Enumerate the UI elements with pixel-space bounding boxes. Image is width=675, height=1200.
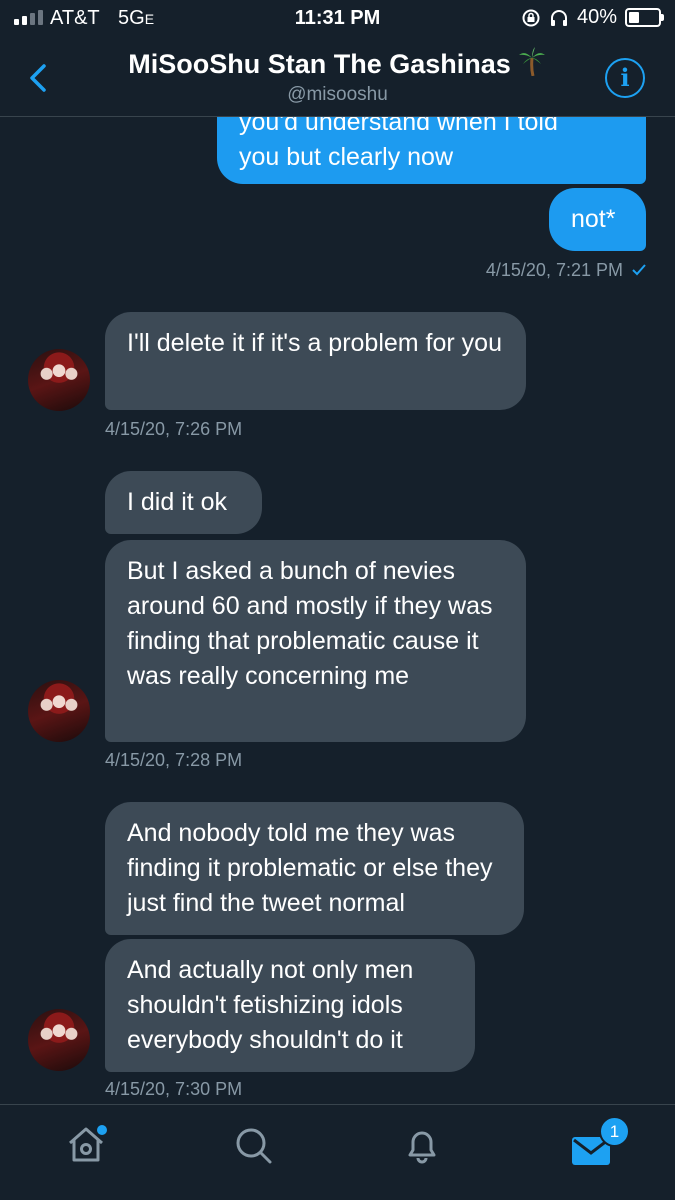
battery-percent: 40%: [576, 6, 617, 28]
battery-icon: [625, 8, 664, 27]
message-text: But I asked a bunch of nevies around 60 …: [127, 557, 493, 690]
messages-tab[interactable]: 1: [570, 1116, 630, 1173]
avatar[interactable]: [28, 349, 90, 411]
conversation-title[interactable]: MiSooShu Stan The Gashinas @misooshu: [0, 46, 675, 106]
display-name: MiSooShu Stan The Gashinas: [128, 49, 511, 79]
user-handle: @misooshu: [287, 84, 388, 105]
rotation-lock-icon: [522, 9, 540, 26]
message-text: And nobody told me they was finding it p…: [127, 819, 493, 917]
message-text-partial: you'd understand when I told: [239, 117, 558, 136]
search-icon[interactable]: [231, 1123, 275, 1167]
received-message[interactable]: But I asked a bunch of nevies around 60 …: [105, 540, 526, 742]
bottom-navigation: 1: [0, 1104, 675, 1200]
message-timestamp: 4/15/20, 7:26 PM: [105, 419, 243, 439]
avatar[interactable]: [28, 680, 90, 742]
unread-badge: 1: [599, 1116, 630, 1147]
message-text: I'll delete it if it's a problem for you: [127, 329, 502, 357]
received-message[interactable]: I did it ok: [105, 471, 262, 534]
avatar[interactable]: [28, 1009, 90, 1071]
conversation-header: MiSooShu Stan The Gashinas @misooshu i: [0, 40, 675, 117]
sent-message[interactable]: you'd understand when I told you but cle…: [217, 117, 646, 184]
headphones-icon: [550, 9, 567, 26]
received-message[interactable]: And nobody told me they was finding it p…: [105, 802, 524, 935]
received-message[interactable]: And actually not only men shouldn't feti…: [105, 939, 475, 1072]
info-icon: i: [620, 63, 630, 92]
message-timestamp: 4/15/20, 7:30 PM: [105, 1079, 243, 1099]
info-button[interactable]: i: [605, 58, 645, 98]
message-text: you but clearly now: [239, 143, 454, 171]
message-text: not*: [571, 205, 616, 233]
message-text: And actually not only men shouldn't feti…: [127, 956, 414, 1054]
message-timestamp: 4/15/20, 7:28 PM: [105, 750, 243, 770]
status-bar: AT&T 5GE 11:31 PM 40%: [0, 0, 675, 40]
sent-message[interactable]: not*: [549, 188, 646, 251]
home-icon[interactable]: [64, 1123, 108, 1167]
notifications-bell-icon[interactable]: [400, 1123, 444, 1167]
received-message[interactable]: I'll delete it if it's a problem for you: [105, 312, 526, 410]
message-timestamp: 4/15/20, 7:21 PM: [486, 260, 647, 281]
read-checkmark-icon: [632, 264, 646, 276]
palm-tree-emoji: [518, 47, 545, 76]
message-text: I did it ok: [127, 488, 228, 516]
message-list[interactable]: you'd understand when I told you but cle…: [0, 117, 675, 1105]
